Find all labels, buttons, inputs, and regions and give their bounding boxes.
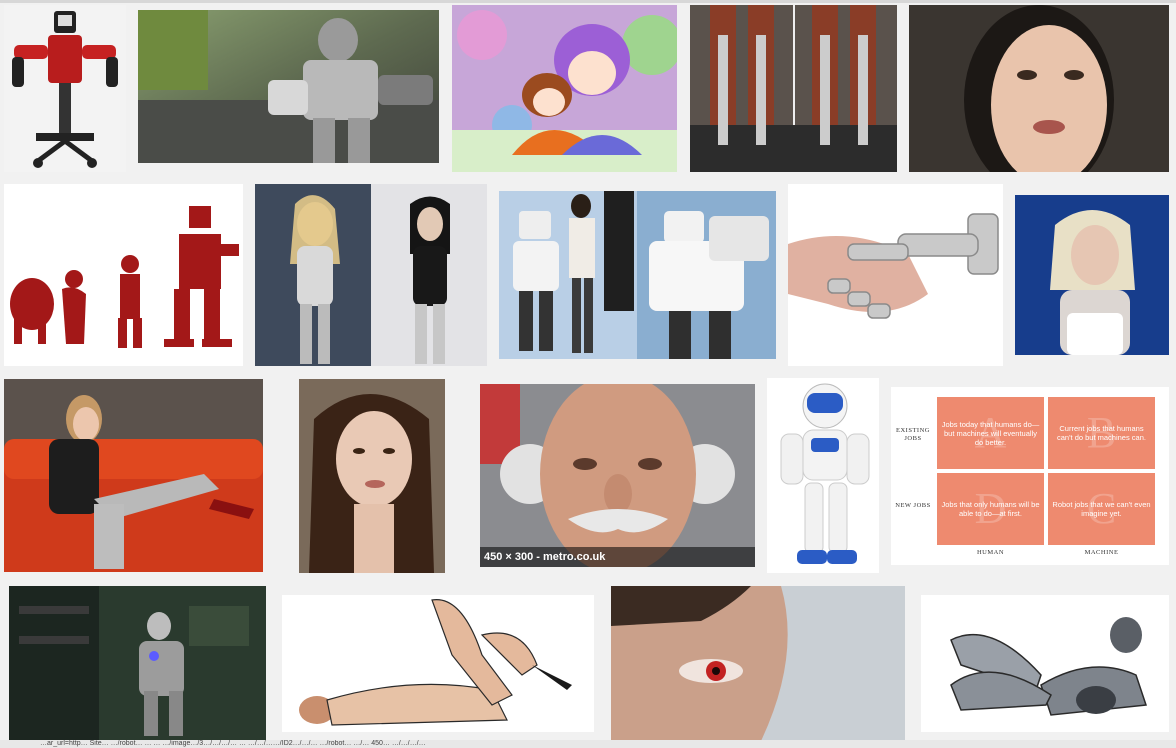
humanoid-robot-photo-icon <box>138 10 439 163</box>
image-result-cyborg-women-collage[interactable] <box>255 184 487 366</box>
cell-text: Robot jobs that we can't even imagine ye… <box>1052 500 1151 518</box>
image-result-robot-handshake[interactable] <box>788 184 1003 366</box>
status-bar-url: …ar_url=http… Site… …/robot… … … …/image… <box>0 740 1176 748</box>
image-result-anime-illustration[interactable] <box>452 5 677 172</box>
elderly-man-photo-icon <box>480 384 755 567</box>
small-robot-icon <box>767 378 879 573</box>
col-label-machine: MACHINE <box>1084 549 1119 556</box>
evolution-silhouette-icon <box>4 184 243 366</box>
image-result-android-face[interactable] <box>909 5 1169 172</box>
image-result-evolution-robot[interactable] <box>4 184 243 366</box>
image-result-elderly-man[interactable]: 450 × 300 - metro.co.uk <box>480 384 755 567</box>
android-face-photo-icon <box>909 5 1169 172</box>
image-result-cyborg-portrait[interactable] <box>1015 195 1169 355</box>
image-dimensions-source-label: 450 × 300 - metro.co.uk <box>480 547 755 567</box>
handshake-icon <box>788 184 1003 366</box>
jobs-cell-c: C Robot jobs that we can't even imagine … <box>1048 473 1155 545</box>
image-result-humanoid-robot-kit[interactable] <box>138 10 439 163</box>
image-result-robot-workshop[interactable] <box>9 586 266 741</box>
image-result-jobs-chart[interactable]: EXISTING JOBS NEW JOBS A Jobs today that… <box>891 387 1169 565</box>
robot-illustration-icon <box>4 5 126 172</box>
exoskeleton-photo-icon <box>690 5 897 172</box>
image-result-reclining-cyborg-woman[interactable] <box>282 595 594 732</box>
robots-engineer-photo-icon <box>499 191 776 359</box>
cyborg-collage-icon <box>255 184 487 366</box>
row-label-existing-jobs: EXISTING JOBS <box>896 427 930 442</box>
image-result-robots-engineer[interactable] <box>499 191 776 359</box>
cell-text: Jobs that only humans will be able to do… <box>941 500 1040 518</box>
top-divider <box>0 0 1176 3</box>
image-result-android-woman[interactable] <box>299 379 445 573</box>
anime-illustration-icon <box>452 5 677 172</box>
col-label-human: HUMAN <box>976 549 1005 556</box>
cyborg-portrait-icon <box>1015 195 1169 355</box>
robot-workshop-photo-icon <box>9 586 266 741</box>
reclining-cyborg-icon <box>282 595 594 732</box>
row-label-new-jobs: NEW JOBS <box>895 502 931 509</box>
android-woman-photo-icon <box>299 379 445 573</box>
cell-text: Current jobs that humans can't do but ma… <box>1057 424 1146 442</box>
image-result-red-eye-man[interactable] <box>611 586 905 741</box>
jobs-cell-b: B Current jobs that humans can't do but … <box>1048 397 1155 469</box>
image-result-cyborg-sofa[interactable] <box>4 379 263 572</box>
cell-text: Jobs today that humans do—but machines w… <box>941 419 1040 447</box>
jobs-cell-d: D Jobs that only humans will be able to … <box>937 473 1044 545</box>
image-result-red-industrial-robot[interactable] <box>4 5 126 172</box>
image-result-exoskeleton-treadmill[interactable] <box>690 5 897 172</box>
jobs-matrix: A Jobs today that humans do—but machines… <box>937 397 1155 545</box>
red-eye-photo-icon <box>611 586 905 741</box>
image-result-chrome-robot[interactable] <box>921 595 1169 732</box>
jobs-cell-a: A Jobs today that humans do—but machines… <box>937 397 1044 469</box>
image-result-small-robot[interactable] <box>767 378 879 573</box>
cyborg-sofa-photo-icon <box>4 379 263 572</box>
chrome-robot-icon <box>921 595 1169 732</box>
